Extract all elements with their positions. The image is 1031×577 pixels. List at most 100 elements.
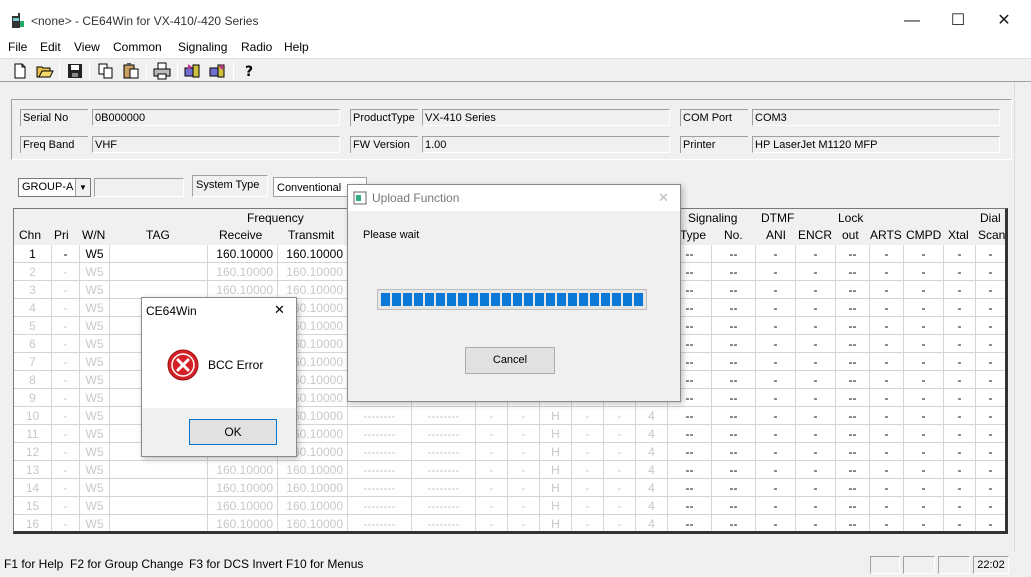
cell-mid2[interactable]: -------- — [412, 425, 476, 443]
cell-mid1[interactable]: -------- — [348, 443, 412, 461]
cell-wn[interactable]: W5 — [80, 443, 110, 461]
cell-ani[interactable]: - — [756, 479, 796, 497]
cell-no[interactable]: -- — [712, 443, 756, 461]
cell-tag[interactable] — [110, 245, 208, 263]
cell-no[interactable]: -- — [712, 371, 756, 389]
cell-encr[interactable]: - — [796, 371, 836, 389]
cell-wn[interactable]: W5 — [80, 461, 110, 479]
cell-no[interactable]: -- — [712, 263, 756, 281]
cell-m4[interactable]: - — [508, 497, 540, 515]
cell-out[interactable]: -- — [836, 263, 870, 281]
cell-arts[interactable]: - — [870, 281, 904, 299]
menu-common[interactable]: Common — [113, 40, 162, 54]
cell-encr[interactable]: - — [796, 497, 836, 515]
cell-chn[interactable]: 1 — [14, 245, 52, 263]
cell-chn[interactable]: 9 — [14, 389, 52, 407]
cell-no[interactable]: -- — [712, 479, 756, 497]
cell-arts[interactable]: - — [870, 371, 904, 389]
cell-type[interactable]: -- — [668, 497, 712, 515]
new-icon[interactable] — [11, 62, 29, 80]
write-radio-icon[interactable] — [209, 62, 227, 80]
cell-pw[interactable]: 4 — [636, 479, 668, 497]
cell-encr[interactable]: - — [796, 281, 836, 299]
table-row[interactable]: 14- W5 160.10000 160.10000 -------- -------- -… — [14, 479, 1005, 497]
cell-hl[interactable]: H — [540, 443, 572, 461]
cell-pri[interactable]: - — [52, 443, 80, 461]
cell-cmpd[interactable]: - — [904, 389, 944, 407]
cell-rx[interactable]: 160.10000 — [208, 479, 278, 497]
cell-type[interactable]: -- — [668, 479, 712, 497]
cell-arts[interactable]: - — [870, 245, 904, 263]
cell-cmpd[interactable]: - — [904, 425, 944, 443]
cell-out[interactable]: -- — [836, 461, 870, 479]
cell-pw[interactable]: 4 — [636, 425, 668, 443]
group-select[interactable]: GROUP-A ▼ — [18, 178, 91, 197]
cell-m4[interactable]: - — [508, 407, 540, 425]
cell-encr[interactable]: - — [796, 443, 836, 461]
cell-wn[interactable]: W5 — [80, 425, 110, 443]
cell-m5[interactable]: - — [572, 497, 604, 515]
cell-chn[interactable]: 3 — [14, 281, 52, 299]
cell-no[interactable]: -- — [712, 461, 756, 479]
cell-pw[interactable]: 4 — [636, 407, 668, 425]
cell-chn[interactable]: 2 — [14, 263, 52, 281]
cell-wn[interactable]: W5 — [80, 371, 110, 389]
cell-pw[interactable]: 4 — [636, 497, 668, 515]
cell-m6[interactable]: - — [604, 461, 636, 479]
cell-ani[interactable]: - — [756, 497, 796, 515]
menu-edit[interactable]: Edit — [40, 40, 61, 54]
cell-m3[interactable]: - — [476, 479, 508, 497]
cell-no[interactable]: -- — [712, 407, 756, 425]
paste-icon[interactable] — [122, 62, 140, 80]
cell-arts[interactable]: - — [870, 479, 904, 497]
cell-rx[interactable]: 160.10000 — [208, 497, 278, 515]
cell-hl[interactable]: H — [540, 407, 572, 425]
cell-m5[interactable]: - — [572, 461, 604, 479]
cell-arts[interactable]: - — [870, 263, 904, 281]
cell-ani[interactable]: - — [756, 335, 796, 353]
cell-scan[interactable]: - — [976, 497, 1005, 515]
cell-out[interactable]: -- — [836, 371, 870, 389]
cell-mid1[interactable]: -------- — [348, 407, 412, 425]
cell-chn[interactable]: 8 — [14, 371, 52, 389]
cell-xtal[interactable]: - — [944, 245, 976, 263]
cell-pri[interactable]: - — [52, 371, 80, 389]
cell-wn[interactable]: W5 — [80, 281, 110, 299]
cell-pri[interactable]: - — [52, 245, 80, 263]
cell-encr[interactable]: - — [796, 353, 836, 371]
cell-out[interactable]: -- — [836, 515, 870, 531]
menu-radio[interactable]: Radio — [241, 40, 272, 54]
cell-pri[interactable]: - — [52, 389, 80, 407]
cell-no[interactable]: -- — [712, 245, 756, 263]
cell-chn[interactable]: 10 — [14, 407, 52, 425]
cell-wn[interactable]: W5 — [80, 497, 110, 515]
cell-hl[interactable]: H — [540, 461, 572, 479]
cell-m5[interactable]: - — [572, 407, 604, 425]
save-icon[interactable] — [66, 62, 84, 80]
cell-xtal[interactable]: - — [944, 353, 976, 371]
cell-cmpd[interactable]: - — [904, 461, 944, 479]
cell-pw[interactable]: 4 — [636, 443, 668, 461]
cell-pri[interactable]: - — [52, 425, 80, 443]
cell-hl[interactable]: H — [540, 497, 572, 515]
ok-button[interactable]: OK — [189, 419, 277, 445]
cell-chn[interactable]: 6 — [14, 335, 52, 353]
cell-m4[interactable]: - — [508, 461, 540, 479]
cell-pri[interactable]: - — [52, 515, 80, 531]
cell-xtal[interactable]: - — [944, 317, 976, 335]
cell-mid1[interactable]: -------- — [348, 461, 412, 479]
cell-chn[interactable]: 14 — [14, 479, 52, 497]
cell-xtal[interactable]: - — [944, 371, 976, 389]
cell-hl[interactable]: H — [540, 425, 572, 443]
cell-arts[interactable]: - — [870, 389, 904, 407]
cell-wn[interactable]: W5 — [80, 335, 110, 353]
cell-m6[interactable]: - — [604, 407, 636, 425]
cell-scan[interactable]: - — [976, 407, 1005, 425]
chevron-down-icon[interactable]: ▼ — [75, 179, 90, 196]
cell-ani[interactable]: - — [756, 263, 796, 281]
cell-encr[interactable]: - — [796, 299, 836, 317]
cell-cmpd[interactable]: - — [904, 371, 944, 389]
cell-mid1[interactable]: -------- — [348, 515, 412, 531]
cell-type[interactable]: -- — [668, 443, 712, 461]
cell-arts[interactable]: - — [870, 515, 904, 531]
